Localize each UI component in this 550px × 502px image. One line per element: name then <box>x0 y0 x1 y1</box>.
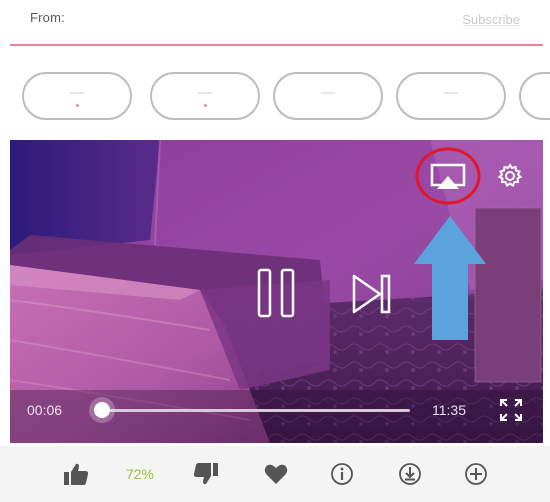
tag-pill-dot <box>76 104 79 107</box>
tag-pill[interactable] <box>150 72 260 120</box>
info-icon[interactable] <box>328 460 356 488</box>
tag-pill-dot <box>204 104 207 107</box>
tag-pill[interactable] <box>396 72 506 120</box>
highlight-circle <box>415 147 481 205</box>
header-divider <box>10 44 543 46</box>
subscribe-link[interactable]: Subscribe <box>462 12 520 27</box>
tag-pill[interactable] <box>22 72 132 120</box>
tag-pill-label <box>70 92 84 94</box>
add-icon[interactable] <box>462 460 490 488</box>
skip-next-icon[interactable] <box>350 272 394 316</box>
header: From: Subscribe <box>0 0 550 52</box>
video-page: From: Subscribe 00:06 11:35 72% <box>0 0 550 502</box>
thumbs-up-icon[interactable] <box>62 460 90 488</box>
like-percent-text: 72% <box>125 466 155 482</box>
tag-pill-label <box>444 92 458 94</box>
download-icon[interactable] <box>396 460 424 488</box>
progress-handle[interactable] <box>94 402 110 418</box>
like-percentage: 72% <box>120 460 160 488</box>
thumbs-down-icon[interactable] <box>192 460 220 488</box>
settings-gear-icon[interactable] <box>496 162 524 190</box>
duration: 11:35 <box>432 402 466 418</box>
tag-pill[interactable] <box>519 72 550 120</box>
tag-pill-label <box>198 92 212 94</box>
from-label: From: <box>30 10 65 25</box>
fullscreen-icon[interactable] <box>499 398 523 422</box>
blue-arrow-annotation <box>412 214 488 342</box>
pause-icon[interactable] <box>256 268 298 318</box>
progress-bar[interactable] <box>98 409 410 412</box>
tag-pill-row <box>0 70 550 126</box>
current-time: 00:06 <box>27 402 63 418</box>
tag-pill-label <box>321 92 335 94</box>
action-bar: 72% <box>0 446 550 502</box>
heart-icon[interactable] <box>262 460 290 488</box>
video-player[interactable]: 00:06 11:35 <box>10 140 543 443</box>
tag-pill[interactable] <box>273 72 383 120</box>
